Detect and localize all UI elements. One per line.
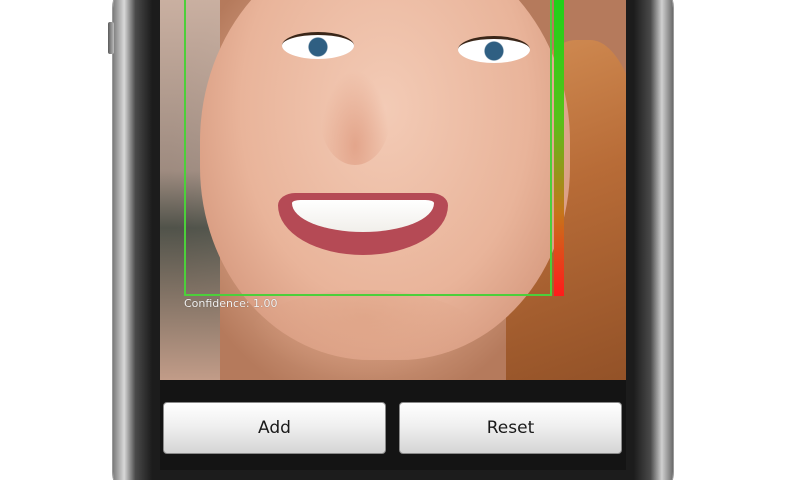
camera-preview: Confidence: 1.00 <box>160 0 626 380</box>
add-button[interactable]: Add <box>163 402 386 454</box>
reset-button[interactable]: Reset <box>399 402 622 454</box>
button-bar: Add Reset <box>160 380 626 470</box>
confidence-bar <box>554 0 564 296</box>
phone-screen: Confidence: 1.00 Add Reset <box>160 0 626 470</box>
screenshot-stage: Confidence: 1.00 Add Reset <box>0 0 800 480</box>
face-detection-box <box>184 0 552 296</box>
confidence-label: Confidence: 1.00 <box>184 297 278 310</box>
phone-side-button <box>108 22 114 54</box>
chin-shade <box>250 290 480 380</box>
